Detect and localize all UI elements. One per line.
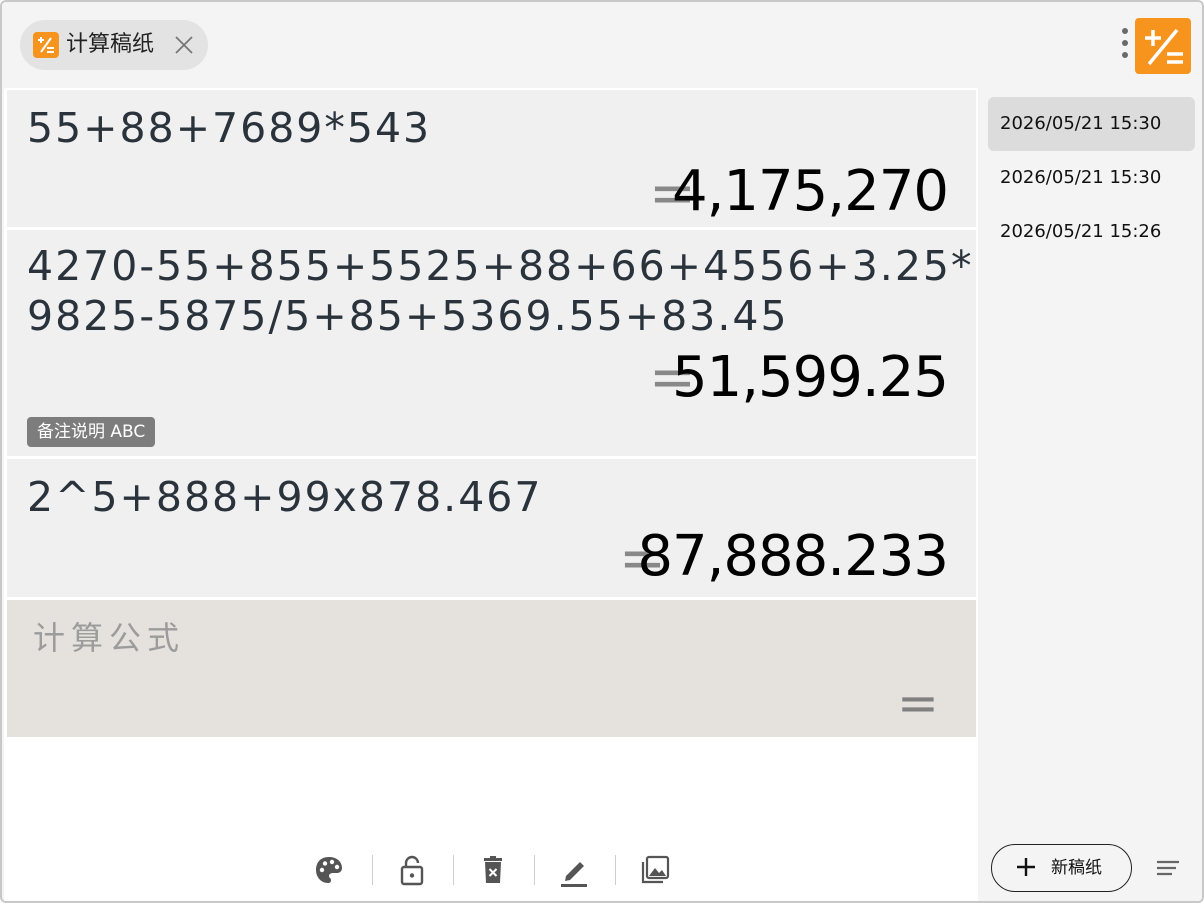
- palette-icon[interactable]: [309, 850, 349, 890]
- more-menu-icon[interactable]: [1119, 28, 1131, 64]
- history-item[interactable]: 2026/05/21 15:30: [988, 151, 1195, 205]
- plus-icon: [1017, 858, 1035, 876]
- tab-label: 计算稿纸: [66, 32, 155, 57]
- expression-line: 2^5+888+99x878.467: [27, 473, 543, 521]
- expression-line: 55+88+7689*543: [27, 104, 432, 152]
- toolbar-divider: [453, 855, 454, 885]
- calc-card[interactable]: 4270-55+855+5525+88+66+4556+3.25* 9825-5…: [7, 230, 976, 456]
- expression-line: 4270-55+855+5525+88+66+4556+3.25*: [27, 242, 974, 290]
- calc-card[interactable]: 2^5+888+99x878.467 = 87,888.233: [7, 459, 976, 597]
- new-sheet-button[interactable]: 新稿纸: [991, 844, 1132, 892]
- delete-icon[interactable]: [473, 850, 513, 890]
- image-icon[interactable]: [635, 850, 675, 890]
- new-calc-button[interactable]: [1135, 18, 1191, 74]
- formula-input[interactable]: 计算公式 =: [7, 600, 976, 737]
- expression-line: 9825-5875/5+85+5369.55+83.45: [27, 292, 789, 340]
- calculator-app-icon: [33, 32, 59, 58]
- result-value: 4,175,270: [671, 159, 949, 224]
- equals-sign: =: [897, 674, 939, 732]
- new-sheet-label: 新稿纸: [1051, 858, 1102, 878]
- note-badge[interactable]: 备注说明 ABC: [27, 417, 156, 447]
- sort-list-icon[interactable]: [1154, 856, 1182, 880]
- history-sidebar: 2026/05/21 15:30 2026/05/21 15:30 2026/0…: [978, 88, 1202, 901]
- result-value: 87,888.233: [637, 524, 949, 589]
- app-window: 计算稿纸 55+88+7689*543 = 4,175,270 4270-55+…: [0, 0, 1204, 903]
- toolbar-divider: [372, 855, 373, 885]
- toolbar-divider: [615, 855, 616, 885]
- plus-equals-icon: [1145, 28, 1183, 66]
- close-icon[interactable]: [172, 33, 196, 57]
- result-value: 51,599.25: [671, 345, 949, 410]
- formula-placeholder: 计算公式: [33, 619, 186, 657]
- tab-calc-paper[interactable]: 计算稿纸: [20, 20, 208, 70]
- top-bar: 计算稿纸: [2, 2, 1202, 88]
- history-item[interactable]: 2026/05/21 15:30: [988, 97, 1195, 151]
- edit-icon[interactable]: [554, 850, 594, 890]
- calculation-list: 55+88+7689*543 = 4,175,270 4270-55+855+5…: [4, 88, 978, 901]
- lock-icon[interactable]: [392, 850, 432, 890]
- calc-card[interactable]: 55+88+7689*543 = 4,175,270: [7, 90, 976, 227]
- history-item[interactable]: 2026/05/21 15:26: [988, 205, 1195, 259]
- bottom-toolbar: [309, 850, 689, 890]
- toolbar-divider: [534, 855, 535, 885]
